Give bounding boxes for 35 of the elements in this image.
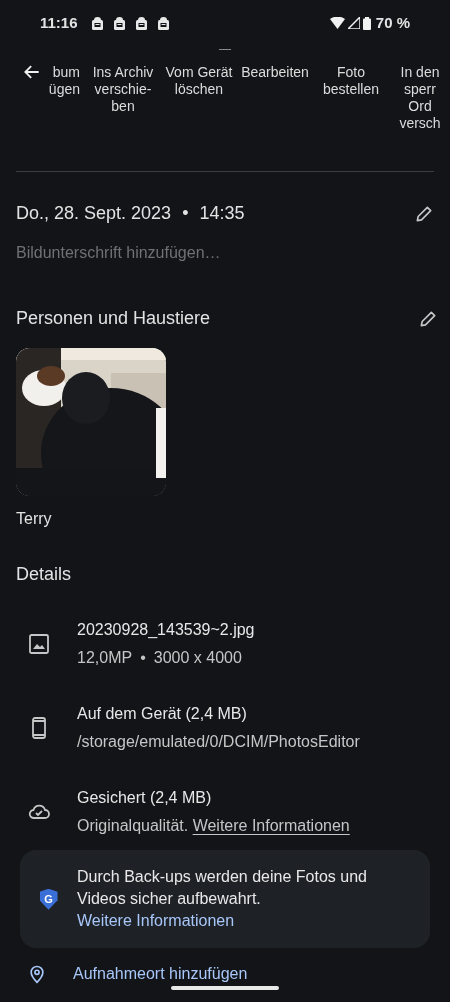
shield-icon: G [39, 888, 58, 910]
section-title: Personen und Haustiere [16, 307, 211, 331]
detail-title: Gesichert (2,4 MB) [77, 788, 213, 809]
person-name[interactable]: Terry [16, 507, 166, 532]
detail-subtitle: 12,0MP • 3000 x 4000 [77, 648, 243, 669]
wifi-icon [329, 17, 345, 30]
action-button[interactable]: Ins Archiv verschie- ben [85, 63, 161, 132]
detail-title: 20230928_143539~2.jpg [77, 620, 255, 641]
notification-icon [91, 16, 103, 30]
section-title: Details [15, 563, 73, 587]
action-button[interactable]: Foto bestellen [313, 63, 389, 132]
signal-icon [347, 17, 360, 30]
notification-icon [135, 16, 147, 30]
action-button[interactable]: Bearbeiten [237, 63, 313, 132]
backup-text: Durch Back-ups werden deine Fotos und Videos sicher aufbewahrt. Weitere Informationen [77, 867, 368, 932]
notification-icon [113, 16, 125, 30]
notification-icon [157, 16, 169, 30]
detail-title: Auf dem Gerät (2,4 MB) [77, 704, 248, 725]
action-button[interactable]: bum ügen [0, 63, 85, 132]
detail-subtitle: Originalqualität. Weitere Informationen [77, 816, 350, 837]
more-info-link[interactable]: Weitere Informationen [192, 817, 350, 835]
caption-field[interactable]: Bildunterschrift hinzufügen… [16, 241, 434, 266]
date-time: Do., 28. Sept. 2023 • 14:35 [16, 202, 245, 226]
battery-icon [362, 16, 371, 30]
action-button[interactable]: In den sperr Ord versch [389, 63, 447, 132]
action-button[interactable]: Vom Gerät löschen [161, 63, 237, 132]
pencil-icon[interactable] [414, 203, 434, 224]
drag-handle[interactable] [219, 48, 231, 50]
detail-subtitle: /storage/emulated/0/DCIM/PhotosEditor [77, 732, 360, 753]
pencil-icon[interactable] [418, 308, 438, 329]
image-icon [26, 632, 51, 657]
more-info-link[interactable]: Weitere Informationen [77, 912, 235, 930]
battery-level: 70 % [375, 13, 410, 34]
add-location-button[interactable]: Aufnahmeort hinzufügen [73, 962, 248, 986]
clock: 11:16 [40, 13, 78, 34]
